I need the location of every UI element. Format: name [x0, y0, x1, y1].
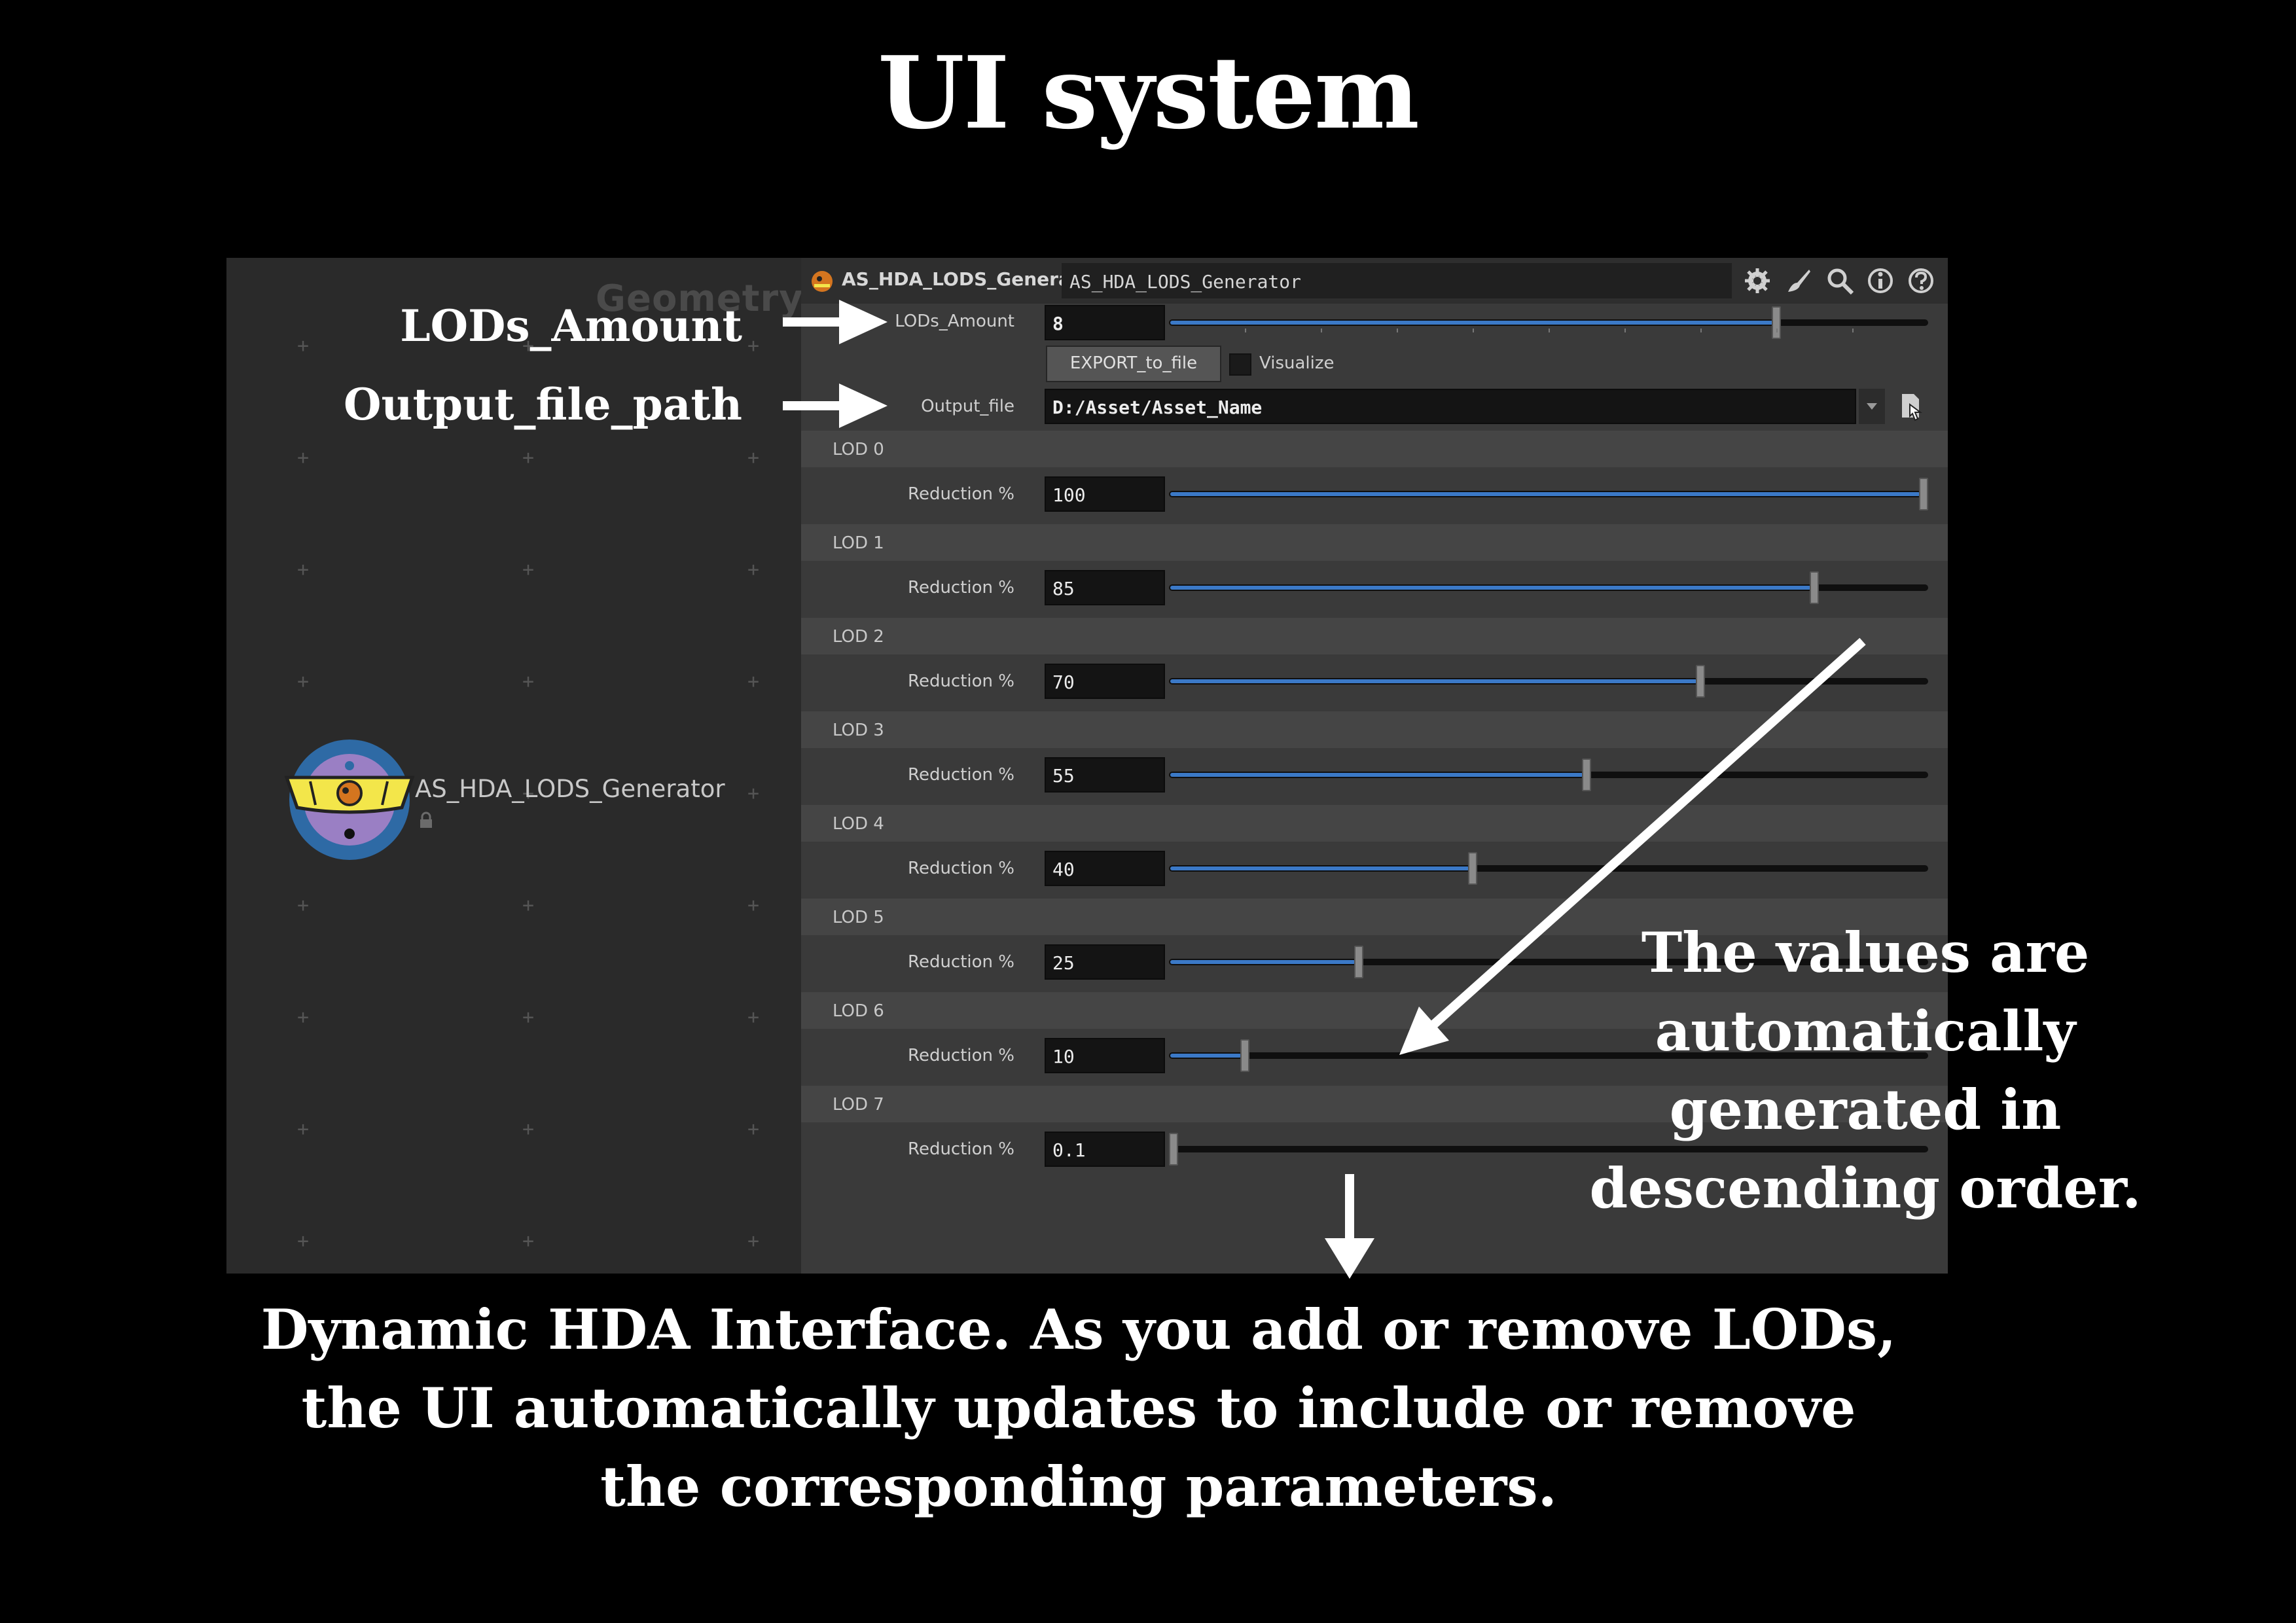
arrow-to-dynamic-note [1325, 1174, 1374, 1279]
arrow-to-lods-amount [783, 300, 888, 344]
annotation-arrows [783, 300, 1866, 1279]
arrow-to-output-file [783, 383, 888, 428]
arrow-to-sliders [1399, 637, 1866, 1055]
